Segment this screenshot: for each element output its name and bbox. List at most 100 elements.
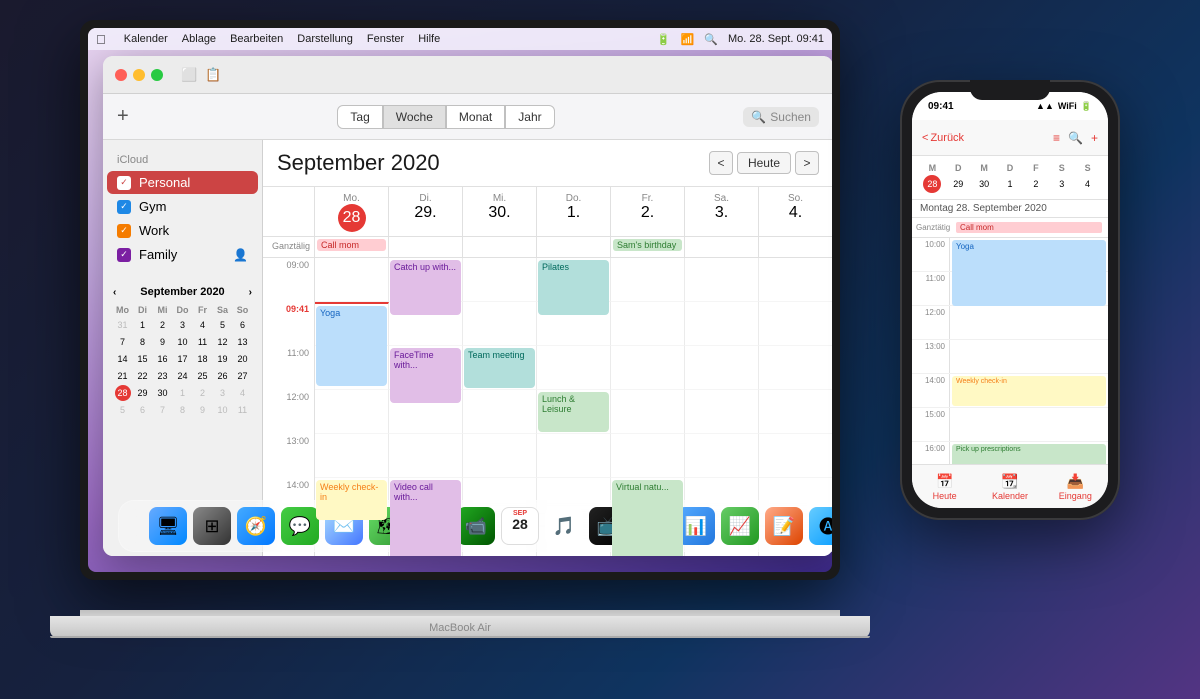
dock-safari-icon[interactable]: 🧭 [237,507,275,545]
dock-launchpad-icon[interactable]: ⊞ [193,507,231,545]
event-lunch[interactable]: Lunch & Leisure [538,392,609,432]
cell-sa-1200[interactable] [685,390,759,434]
mini-cal-day[interactable]: 13 [235,334,251,350]
dock-pages-icon[interactable]: 📝 [765,507,803,545]
iphone-cal-day[interactable]: 3 [1053,175,1071,193]
cell-mi-1000[interactable] [463,302,537,346]
add-event-button[interactable]: + [117,105,129,128]
cell-do-1200[interactable]: Lunch & Leisure [537,390,611,434]
menu-hilfe[interactable]: Hilfe [418,33,440,45]
dock-facetime-icon[interactable]: 📹 [457,507,495,545]
cell-fr-1100[interactable] [611,346,685,390]
mini-cal-day[interactable]: 14 [115,351,131,367]
iphone-cal-day[interactable]: 2 [1027,175,1045,193]
mini-cal-next-icon[interactable]: › [249,287,252,298]
cell-fr-1200[interactable] [611,390,685,434]
cell-so-1200[interactable] [759,390,832,434]
dock-appstore-icon[interactable]: 🎵 [545,507,583,545]
mini-cal-day[interactable]: 20 [235,351,251,367]
iphone-col-1300[interactable] [950,340,1108,373]
iphone-event-weeklycheckin[interactable]: Weekly check-in [952,376,1106,406]
mini-cal-day[interactable]: 10 [175,334,191,350]
day-col-mo[interactable]: Mo. 28 [315,187,389,236]
cell-so-1100[interactable] [759,346,832,390]
mini-cal-day[interactable]: 15 [135,351,151,367]
cell-fr-0900[interactable] [611,258,685,302]
cell-fr-1400[interactable]: Virtual natu... [611,478,685,522]
tab-woche[interactable]: Woche [383,105,446,129]
day-col-fr[interactable]: Fr. 2. [611,187,685,236]
mini-cal-day[interactable]: 24 [175,368,191,384]
mini-cal-day[interactable]: 11 [235,402,251,418]
dock-messages-icon[interactable]: 💬 [281,507,319,545]
cell-mo-1000[interactable]: Yoga [315,302,389,346]
tab-tag[interactable]: Tag [337,105,382,129]
mini-cal-day[interactable]: 5 [215,317,231,333]
search-bar[interactable]: 🔍 Suchen [743,107,819,127]
cell-mo-1200[interactable] [315,390,389,434]
cell-mi-1300[interactable] [463,434,537,478]
close-button[interactable] [115,69,127,81]
day-col-di[interactable]: Di. 29. [389,187,463,236]
iphone-add-icon[interactable]: + [1091,131,1098,145]
cell-so-1300[interactable] [759,434,832,478]
iphone-col-1500[interactable] [950,408,1108,441]
mini-cal-today[interactable]: 28 [115,385,131,401]
iphone-tab-eingang[interactable]: 📥 Eingang [1043,473,1108,501]
cell-di-1300[interactable] [389,434,463,478]
day-col-do[interactable]: Do. 1. [537,187,611,236]
mini-cal-day[interactable]: 2 [155,317,171,333]
mini-cal-day[interactable]: 22 [135,368,151,384]
day-col-so[interactable]: So. 4. [759,187,832,236]
allday-event-birthday[interactable]: Sam's birthday [613,239,682,251]
mini-cal-day[interactable]: 8 [135,334,151,350]
iphone-col-1400[interactable]: Weekly check-in [950,374,1108,407]
iphone-search-icon[interactable]: 🔍 [1068,131,1083,145]
tab-monat[interactable]: Monat [446,105,505,129]
mini-cal-day[interactable]: 19 [215,351,231,367]
cell-di-0900[interactable]: Catch up with... [389,258,463,302]
mini-cal-day[interactable]: 27 [235,368,251,384]
dock-finder-icon[interactable]: 🖥 [149,507,187,545]
cell-sa-1300[interactable] [685,434,759,478]
iphone-cal-day[interactable]: 30 [975,175,993,193]
mini-cal-day[interactable]: 18 [195,351,211,367]
mini-cal-day[interactable]: 5 [115,402,131,418]
sidebar-item-gym[interactable]: ✓ Gym [107,195,258,218]
day-col-sa[interactable]: Sa. 3. [685,187,759,236]
cell-di-1100[interactable]: FaceTime with... [389,346,463,390]
cell-sa-1100[interactable] [685,346,759,390]
dock-app-store-icon[interactable]: 🅐 [809,507,832,545]
cell-mi-1200[interactable] [463,390,537,434]
mini-cal-day[interactable]: 30 [155,385,171,401]
mini-cal-day[interactable]: 17 [175,351,191,367]
cell-di-1400[interactable]: Video call with... [389,478,463,522]
mini-cal-day[interactable]: 3 [215,385,231,401]
mini-cal-day[interactable]: 7 [115,334,131,350]
mini-cal-day[interactable]: 4 [195,317,211,333]
dock-calendar-icon[interactable]: SEP 28 [501,507,539,545]
event-catchup[interactable]: Catch up with... [390,260,461,315]
cell-sa-1000[interactable] [685,302,759,346]
cell-so-0900[interactable] [759,258,832,302]
cell-mi-0900[interactable] [463,258,537,302]
cell-mo-0900[interactable] [315,258,389,302]
mini-cal-day[interactable]: 9 [155,334,171,350]
mini-cal-day[interactable]: 23 [155,368,171,384]
mini-cal-day[interactable]: 1 [135,317,151,333]
event-yoga[interactable]: Yoga [316,306,387,386]
menu-darstellung[interactable]: Darstellung [297,33,353,45]
event-weeklycheckin[interactable]: Weekly check-in [316,480,387,520]
iphone-tab-heute[interactable]: 📅 Heute [912,473,977,501]
mini-cal-day[interactable]: 16 [155,351,171,367]
mini-cal-day[interactable]: 11 [195,334,211,350]
mini-cal-day[interactable]: 10 [215,402,231,418]
iphone-cal-today[interactable]: 28 [923,175,941,193]
iphone-col-1600[interactable]: Pick up prescriptions [950,442,1108,464]
mini-cal-day[interactable]: 2 [195,385,211,401]
iphone-col-1200[interactable] [950,306,1108,339]
mini-cal-day[interactable]: 3 [175,317,191,333]
menu-fenster[interactable]: Fenster [367,33,404,45]
sidebar-item-family[interactable]: ✓ Family 👤 [107,243,258,266]
event-facetime[interactable]: FaceTime with... [390,348,461,403]
